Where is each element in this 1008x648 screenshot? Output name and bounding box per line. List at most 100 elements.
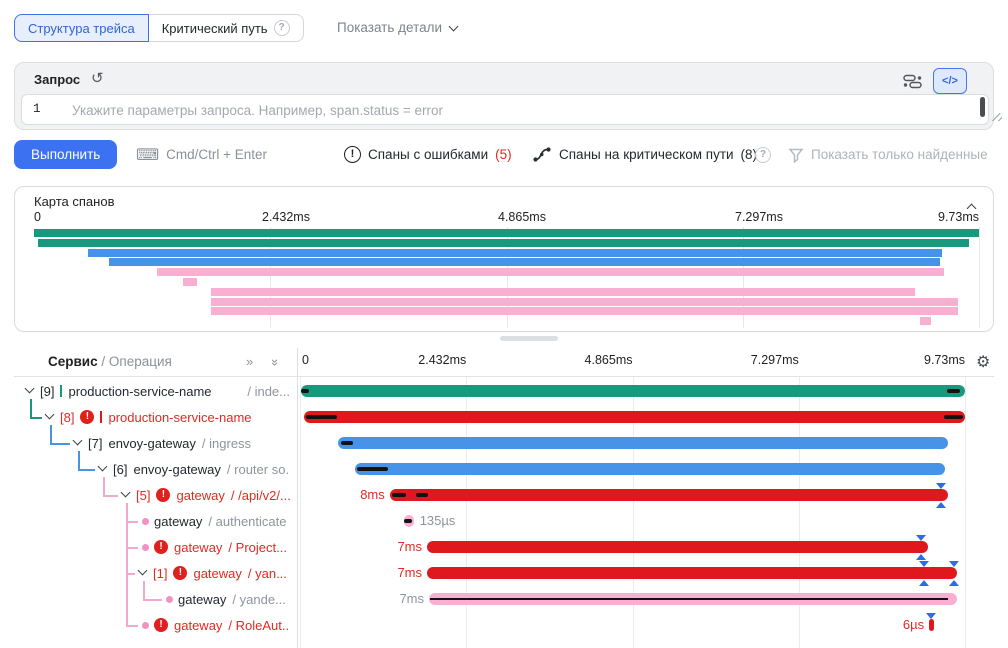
tree-row[interactable]: [9]production-service-name/ inde... [14,378,297,404]
critical-path-marker-icon [916,535,926,541]
minimap-tick-label: 0 [34,210,41,224]
span-duration-label: 7ms [348,560,422,586]
resize-handle-icon[interactable] [992,111,1002,121]
service-name: gateway [174,618,222,633]
minimap-tick-label: 9.73ms [909,210,979,224]
span-bar[interactable] [390,489,948,501]
filter-icon [788,147,804,163]
critical-path-help[interactable]: ? [755,140,771,169]
gantt-tick-label: 7.297ms [729,353,799,367]
tree-row[interactable]: gateway/ yande... [14,586,297,612]
leaf-dot-icon [142,544,149,551]
show-details-dropdown[interactable]: Показать детали [337,20,457,35]
query-history-icon[interactable]: ↺ [91,69,104,87]
operation-name: / /api/v2/... [231,488,290,503]
span-bar-self-time [416,493,428,497]
query-code-mode-button[interactable]: </> [933,68,967,94]
tree-header: Сервис / Операция [48,354,172,369]
error-icon: ! [173,566,187,580]
query-mode-toggle: </> [895,68,967,94]
tree-gantt-divider[interactable] [297,348,298,648]
tree-row[interactable]: gateway/ authenticate [14,508,297,534]
help-icon[interactable]: ? [274,20,290,36]
span-duration-label: 135µs [420,508,456,534]
tree-row[interactable]: [7]envoy-gateway/ ingress [14,430,297,456]
warning-icon: ! [344,146,361,163]
error-spans-count: (5) [495,147,512,162]
chevron-down-icon[interactable] [73,436,83,446]
collapse-all-icon[interactable]: » [268,359,283,366]
minimap-span-bar[interactable] [211,298,958,306]
run-query-button[interactable]: Выполнить [14,140,117,169]
span-duration-label: 7ms [348,534,422,560]
splitter-handle[interactable] [500,336,558,341]
query-title: Запрос [34,72,80,87]
expand-columns-icon[interactable]: » [246,354,253,369]
span-bar[interactable] [427,567,957,579]
span-bar[interactable] [355,463,945,475]
span-bar[interactable] [427,541,928,553]
tree-row[interactable]: [1]!gateway/ yan... [14,560,297,586]
minimap-span-bar[interactable] [183,278,196,286]
minimap-span-bar[interactable] [34,229,979,237]
gantt-gridline [300,377,301,648]
query-builder-mode-button[interactable] [895,68,929,94]
tree-row-content: [5]!gateway/ /api/v2/... [136,482,290,508]
error-spans-toggle[interactable]: ! Спаны с ошибками (5) [344,140,512,169]
critical-path-spans-label: Спаны на критическом пути [559,147,734,162]
minimap-span-bar[interactable] [38,239,969,247]
tree-row-content: !gateway/ RoleAut... [154,612,290,638]
tree-row-content: !gateway/ Project... [154,534,290,560]
operation-column-label: / Операция [101,354,171,369]
line-number: 1 [33,102,41,116]
service-name: gateway [178,592,226,607]
chevron-down-icon[interactable] [45,410,55,420]
minimap-span-bar[interactable] [920,317,930,325]
critical-path-spans-toggle[interactable]: Спаны на критическом пути (8) [532,140,757,169]
tree-row[interactable]: !gateway/ RoleAut... [14,612,297,638]
span-bar-self-time [357,467,388,471]
tree-row[interactable]: !gateway/ Project... [14,534,297,560]
tab-trace-structure-label: Структура трейса [28,21,135,36]
tab-critical-path[interactable]: Критический путь ? [149,14,304,42]
error-icon: ! [156,488,170,502]
critical-path-marker-icon [949,580,959,586]
gantt-settings-gear-icon[interactable]: ⚙ [976,352,990,372]
tab-trace-structure[interactable]: Структура трейса [14,14,149,42]
chevron-down-icon[interactable] [98,462,108,472]
trace-viewer-screen: Структура трейса Критический путь ? Пока… [0,0,1008,648]
chevron-down-icon[interactable] [25,384,35,394]
tree-row[interactable]: [8]!production-service-name [14,404,297,430]
tree-row[interactable]: [6]envoy-gateway/ router so... [14,456,297,482]
query-input[interactable]: 1 Укажите параметры запроса. Например, s… [21,94,989,125]
show-found-only-toggle[interactable]: Показать только найденные [788,140,988,169]
critical-path-marker-icon [936,483,946,489]
service-name: gateway [174,540,222,555]
span-bar[interactable] [338,437,948,449]
minimap-tick-label: 4.865ms [498,210,546,224]
minimap-span-bar[interactable] [211,288,915,296]
minimap-span-bar[interactable] [88,249,942,257]
chevron-down-icon[interactable] [138,566,148,576]
span-bar[interactable] [304,411,965,423]
critical-path-marker-icon [926,613,936,619]
tree-row-content: gateway/ yande... [178,586,290,612]
span-bar[interactable] [929,619,934,631]
span-map-panel: Карта спанов 02.432ms4.865ms7.297ms9.73m… [14,186,994,332]
help-icon: ? [755,147,771,163]
chevron-down-icon[interactable] [121,488,131,498]
minimap-span-bar[interactable] [157,268,944,276]
tree-row-content: [6]envoy-gateway/ router so... [113,456,290,482]
scrollbar-thumb[interactable] [980,97,985,117]
error-icon: ! [154,618,168,632]
operation-name: / router so... [227,462,290,477]
minimap-span-bar[interactable] [109,258,941,266]
span-badge: [5] [136,488,150,503]
tree-row[interactable]: [5]!gateway/ /api/v2/... [14,482,297,508]
critical-path-marker-icon [919,561,929,567]
minimap-span-bar[interactable] [211,307,958,315]
span-bar[interactable] [301,385,965,397]
span-bar-self-time [341,441,354,445]
span-bar-self-time [392,493,406,497]
operation-name: / Project... [228,540,287,555]
